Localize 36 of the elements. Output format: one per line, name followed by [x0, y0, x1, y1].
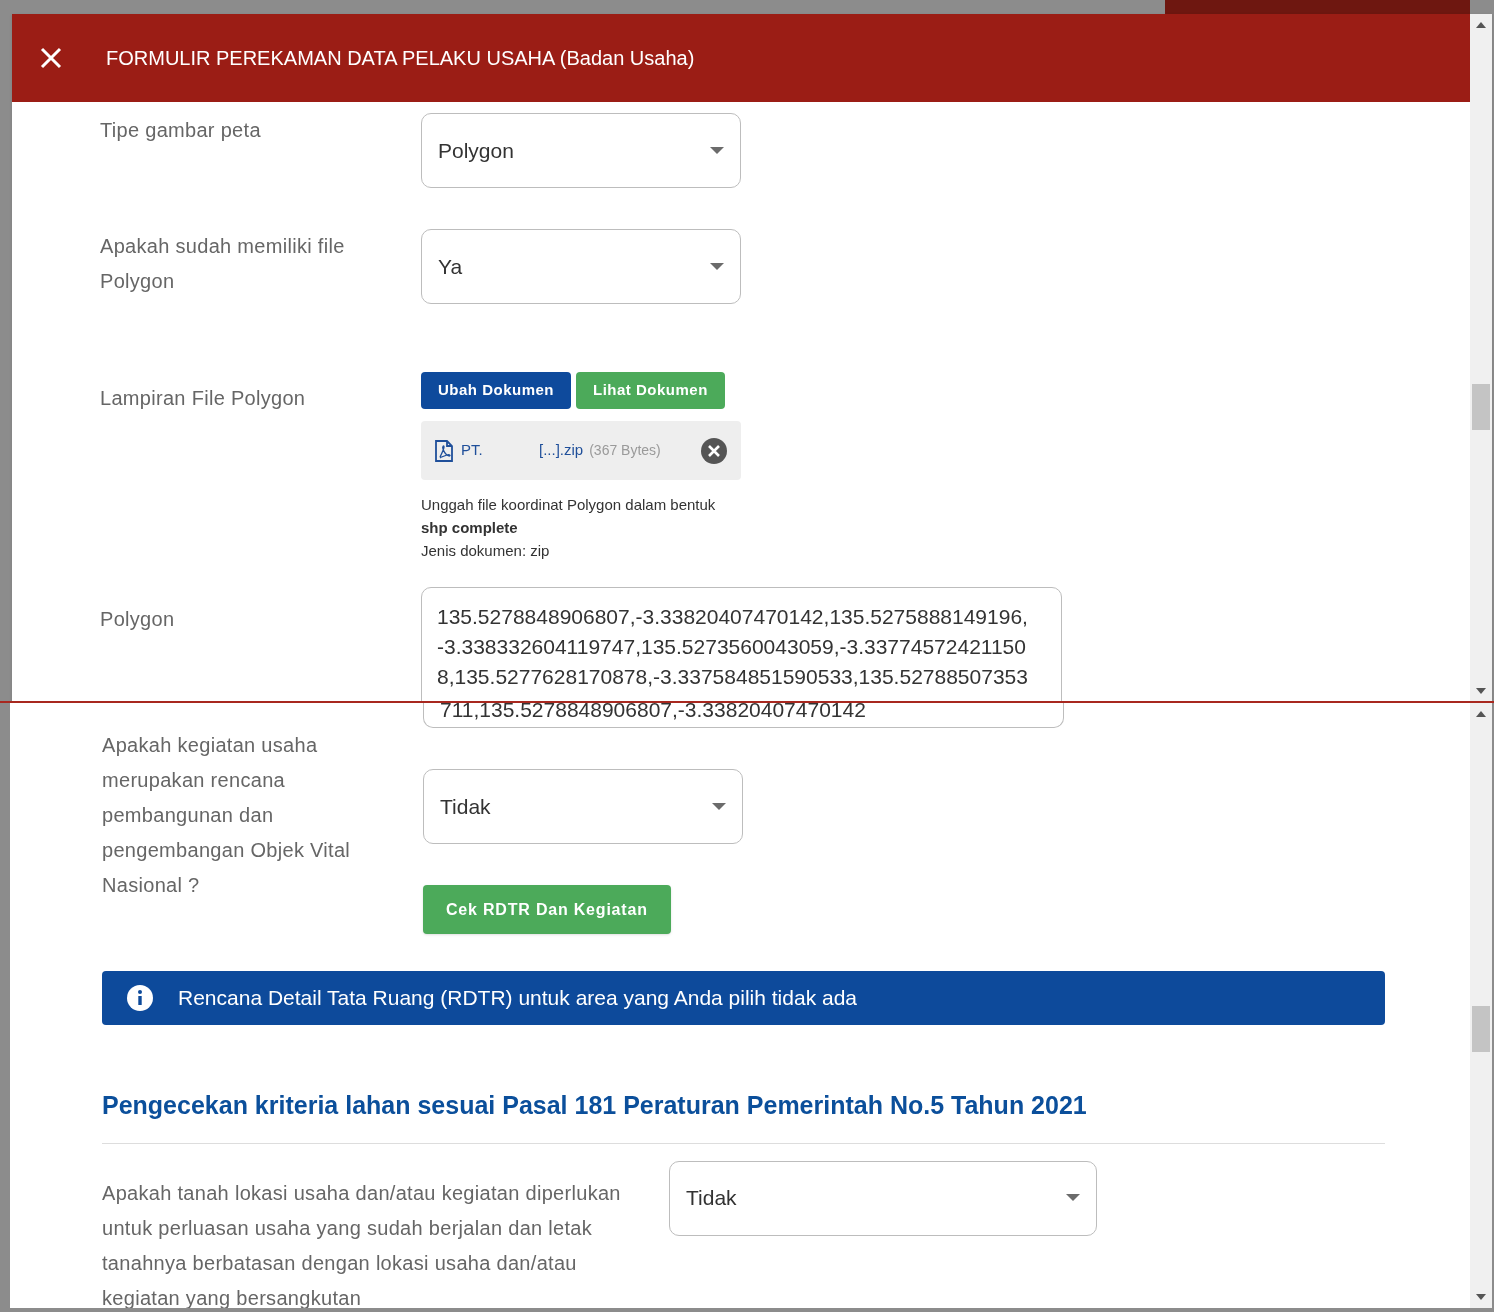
- field-label: Polygon: [100, 607, 176, 632]
- dropdown-caret-icon: [712, 802, 726, 811]
- scrollbar[interactable]: [1470, 14, 1492, 702]
- select-field[interactable]: Ya: [421, 229, 741, 304]
- scrollbar-thumb[interactable]: [1472, 384, 1490, 430]
- scrollbar-thumb[interactable]: [1472, 1006, 1490, 1052]
- dialog-title: FORMULIR PEREKAMAN DATA PELAKU USAHA (Badan Usaha): [106, 46, 695, 71]
- remove-icon[interactable]: [701, 437, 727, 464]
- close-icon[interactable]: [40, 47, 62, 69]
- info-icon: [126, 984, 154, 1012]
- field-label: Tipe gambar peta: [100, 118, 262, 143]
- dropdown-caret-icon: [1066, 1194, 1080, 1202]
- field-label: Lampiran File Polygon: [100, 386, 307, 411]
- scroll-up-icon[interactable]: [1476, 22, 1486, 28]
- polygon-textarea[interactable]: 711,135.5278848906807,-3.33820407470142: [423, 703, 1064, 728]
- select-field[interactable]: Polygon: [421, 113, 741, 188]
- field-label: Apakah kegiatan usaha merupakan rencana pembangunan dan pengembangan Objek Vital Nasional ?: [102, 733, 352, 898]
- file-name[interactable]: [...].zip: [539, 439, 584, 462]
- scroll-up-icon[interactable]: [1476, 711, 1486, 717]
- dropdown-caret-icon: [710, 146, 724, 155]
- alert-text: Rencana Detail Tata Ruang (RDTR) untuk area yang Anda pilih tidak ada: [178, 985, 857, 1012]
- scroll-down-icon[interactable]: [1476, 1294, 1486, 1300]
- dropdown-caret-icon: [710, 262, 724, 271]
- scrollbar[interactable]: [1470, 703, 1492, 1308]
- select-field[interactable]: Tidak: [423, 769, 743, 844]
- field-label: Apakah sudah memiliki file Polygon: [100, 234, 346, 294]
- scroll-down-icon[interactable]: [1476, 688, 1486, 694]
- select-field[interactable]: Tidak: [669, 1160, 1097, 1236]
- hint-text: Unggah file koordinat Polygon dalam bentuk shp complete: [421, 495, 717, 538]
- field-label: Apakah tanah lokasi usaha dan/atau kegiatan diperlukan untuk perluasan usaha yang sudah berjalan dan letak tanahnya berbatasan dengan lokasi usaha dan/atau kegiatan yang bersangkutan: [102, 1180, 622, 1308]
- document-button[interactable]: Ubah Dokumen: [421, 372, 571, 409]
- file-size: (367 Bytes): [589, 441, 661, 460]
- pdf-file-icon: [435, 439, 453, 462]
- document-type-text: Jenis dokumen: zip: [421, 541, 551, 561]
- file-name[interactable]: PT.: [461, 439, 531, 462]
- section-title: Pengecekan kriteria lahan sesuai Pasal 181 Peraturan Pemerintah No.5 Tahun 2021: [102, 1090, 1088, 1121]
